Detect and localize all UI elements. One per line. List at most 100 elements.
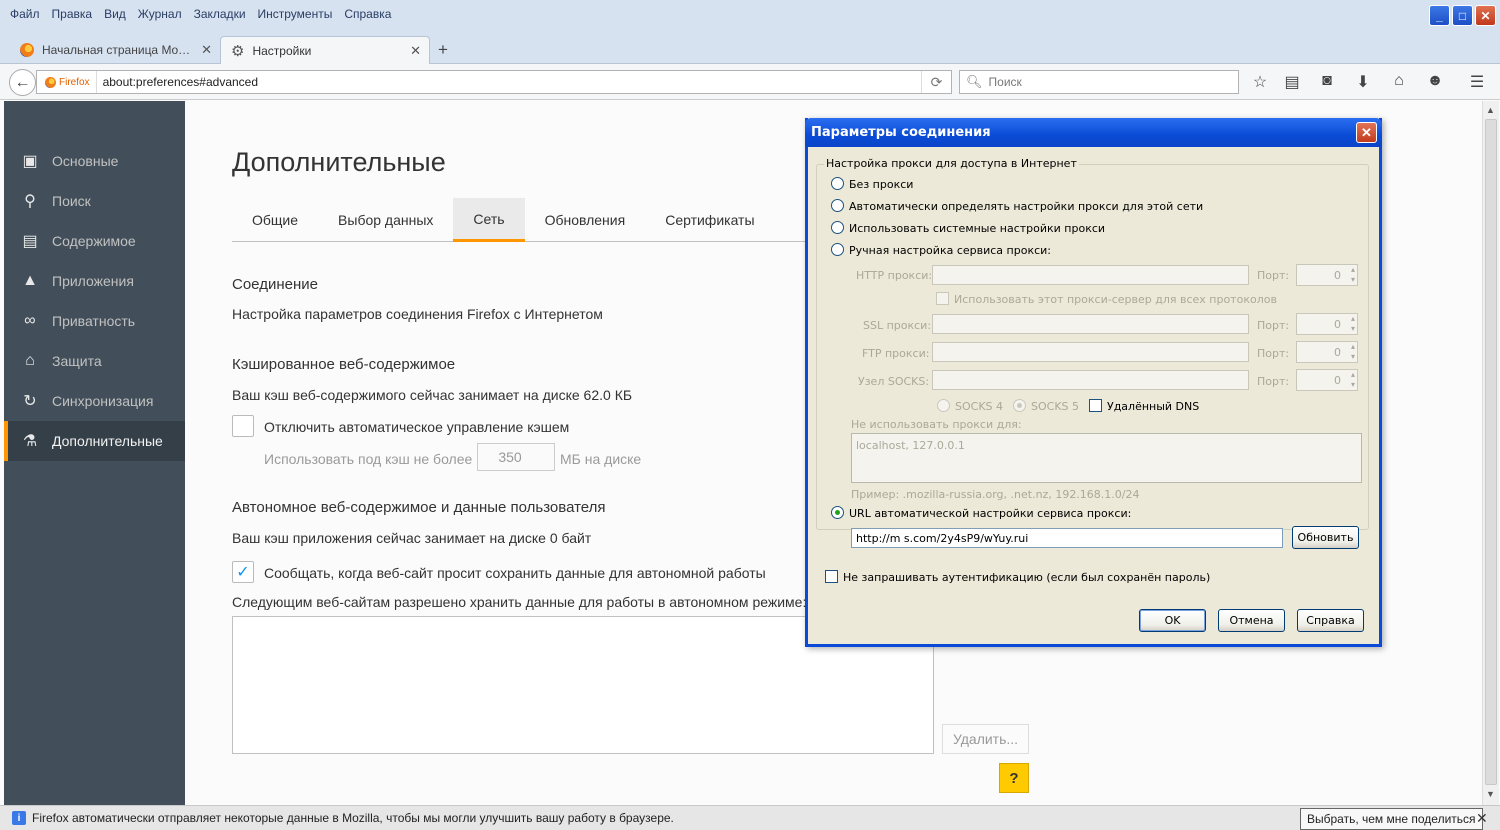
back-button[interactable]: ← bbox=[9, 69, 36, 96]
sidebar-item-content[interactable]: ▤ Содержимое bbox=[4, 221, 185, 261]
socks5-radio[interactable] bbox=[1013, 399, 1026, 412]
sidebar-item-security[interactable]: ⌂ Защита bbox=[4, 341, 185, 381]
close-window-button[interactable]: ✕ bbox=[1475, 5, 1496, 26]
reload-icon[interactable]: ⟳ bbox=[921, 71, 951, 93]
downloads-icon[interactable]: ⬇ bbox=[1352, 72, 1374, 92]
no-proxy-for-textarea[interactable]: localhost, 127.0.0.1 bbox=[851, 433, 1362, 483]
close-tab-icon[interactable]: ✕ bbox=[410, 43, 421, 59]
sidebar-item-privacy[interactable]: ∞ Приватность bbox=[4, 301, 185, 341]
menu-tools[interactable]: Инструменты bbox=[252, 5, 339, 23]
pac-url-input[interactable]: http://m s.com/2y4sP9/wYuy.rui bbox=[851, 528, 1283, 548]
scroll-down-icon[interactable]: ▼ bbox=[1486, 789, 1495, 799]
tab-mozilla-start[interactable]: Начальная страница Mozilla ... ✕ bbox=[10, 36, 220, 64]
socks-host-input[interactable] bbox=[932, 370, 1249, 390]
search-icon: 🔍︎ bbox=[966, 74, 983, 89]
menu-view[interactable]: Вид bbox=[98, 5, 132, 23]
ok-button[interactable]: OK bbox=[1139, 609, 1206, 632]
http-port-input[interactable]: 0 bbox=[1296, 264, 1358, 286]
hello-chat-icon[interactable]: ☻ bbox=[1424, 72, 1446, 90]
manual-proxy-radio[interactable] bbox=[831, 243, 844, 256]
auto-detect-radio[interactable] bbox=[831, 199, 844, 212]
bookmarks-list-icon[interactable]: ▤ bbox=[1281, 72, 1303, 92]
sidebar-item-general[interactable]: ▣ Основные bbox=[4, 141, 185, 181]
reload-pac-button[interactable]: Обновить bbox=[1292, 526, 1359, 549]
menu-edit[interactable]: Правка bbox=[46, 5, 99, 23]
url-text[interactable]: about:preferences#advanced bbox=[97, 75, 921, 89]
help-button[interactable]: ? bbox=[999, 763, 1029, 793]
tab-strip: Начальная страница Mozilla ... ✕ ⚙ Настр… bbox=[10, 33, 448, 64]
dialog-close-button[interactable]: ✕ bbox=[1356, 122, 1377, 143]
sidebar-item-search[interactable]: ⚲ Поиск bbox=[4, 181, 185, 221]
connection-settings-dialog: Параметры соединения ✕ Настройка прокси … bbox=[805, 118, 1382, 647]
vertical-scrollbar[interactable]: ▲ ▼ bbox=[1482, 101, 1499, 805]
notification-bar: i Firefox автоматически отправляет некот… bbox=[0, 805, 1500, 830]
cache-limit-input[interactable]: 350 bbox=[477, 443, 555, 471]
manual-proxy-label: Ручная настройка сервиса прокси: bbox=[849, 244, 1051, 257]
share-proxy-checkbox[interactable] bbox=[936, 292, 949, 305]
close-notification-icon[interactable]: ✕ bbox=[1476, 810, 1488, 827]
sidebar-item-applications[interactable]: ▲ Приложения bbox=[4, 261, 185, 301]
ssl-proxy-input[interactable] bbox=[932, 314, 1249, 334]
window-titlebar: Файл Правка Вид Журнал Закладки Инструме… bbox=[0, 0, 1500, 64]
tab-general[interactable]: Общие bbox=[232, 198, 318, 242]
tab-certificates[interactable]: Сертификаты bbox=[645, 198, 774, 242]
bookmark-star-icon[interactable]: ☆ bbox=[1249, 72, 1271, 92]
system-proxy-label: Использовать системные настройки прокси bbox=[849, 222, 1106, 235]
pocket-icon[interactable]: ◙ bbox=[1316, 72, 1338, 90]
home-icon[interactable]: ⌂ bbox=[1388, 72, 1410, 90]
dialog-help-button[interactable]: Справка bbox=[1297, 609, 1364, 632]
socks4-radio[interactable] bbox=[937, 399, 950, 412]
maximize-button[interactable]: □ bbox=[1452, 5, 1473, 26]
scrollbar-thumb[interactable] bbox=[1485, 119, 1497, 785]
close-tab-icon[interactable]: ✕ bbox=[201, 42, 212, 58]
remove-site-button[interactable]: Удалить... bbox=[942, 724, 1029, 754]
menu-help[interactable]: Справка bbox=[338, 5, 397, 23]
ftp-port-input[interactable]: 0 bbox=[1296, 341, 1358, 363]
socks-port-input[interactable]: 0 bbox=[1296, 369, 1358, 391]
tab-title: Начальная страница Mozilla ... bbox=[42, 43, 193, 57]
cache-override-label: Отключить автоматическое управление кэше… bbox=[264, 419, 570, 435]
sidebar-item-label: Дополнительные bbox=[52, 433, 163, 449]
ftp-proxy-input[interactable] bbox=[932, 342, 1249, 362]
menu-hamburger-icon[interactable]: ☰ bbox=[1466, 72, 1488, 92]
ftp-port-label: Порт: bbox=[1257, 347, 1290, 360]
sidebar-item-sync[interactable]: ↻ Синхронизация bbox=[4, 381, 185, 421]
choose-what-to-share-button[interactable]: Выбрать, чем мне поделиться bbox=[1300, 808, 1483, 830]
system-proxy-radio[interactable] bbox=[831, 221, 844, 234]
http-proxy-label: HTTP прокси: bbox=[856, 269, 933, 282]
menu-file[interactable]: Файл bbox=[4, 5, 46, 23]
scroll-up-icon[interactable]: ▲ bbox=[1486, 105, 1495, 115]
offline-notify-checkbox[interactable]: ✓ bbox=[232, 561, 254, 583]
privacy-mask-icon: ∞ bbox=[24, 312, 36, 329]
sidebar-item-advanced[interactable]: ⚗ Дополнительные bbox=[4, 421, 185, 461]
no-auth-checkbox[interactable] bbox=[825, 570, 838, 583]
ssl-port-input[interactable]: 0 bbox=[1296, 313, 1358, 335]
notification-text: Firefox автоматически отправляет некотор… bbox=[32, 811, 674, 825]
prefs-tab-bar: Общие Выбор данных Сеть Обновления Серти… bbox=[232, 198, 807, 242]
http-proxy-input[interactable] bbox=[932, 265, 1249, 285]
search-icon: ⚲ bbox=[24, 193, 36, 210]
tab-updates[interactable]: Обновления bbox=[525, 198, 646, 242]
menu-bookmarks[interactable]: Закладки bbox=[188, 5, 252, 23]
auto-url-radio[interactable] bbox=[831, 506, 844, 519]
dialog-title: Параметры соединения bbox=[811, 125, 991, 140]
remote-dns-checkbox[interactable] bbox=[1089, 399, 1102, 412]
sidebar-item-label: Поиск bbox=[52, 193, 91, 209]
identity-box[interactable]: Firefox bbox=[37, 71, 97, 93]
new-tab-button[interactable]: + bbox=[438, 40, 448, 64]
lock-icon: ⌂ bbox=[25, 352, 35, 369]
menu-history[interactable]: Журнал bbox=[132, 5, 188, 23]
url-bar[interactable]: Firefox about:preferences#advanced ⟳ bbox=[36, 70, 952, 94]
search-bar[interactable]: 🔍︎ Поиск bbox=[959, 70, 1239, 94]
no-proxy-example: Пример: .mozilla-russia.org, .net.nz, 19… bbox=[851, 488, 1140, 501]
tab-settings[interactable]: ⚙ Настройки ✕ bbox=[220, 36, 430, 64]
tab-data-choices[interactable]: Выбор данных bbox=[318, 198, 453, 242]
no-proxy-radio[interactable] bbox=[831, 177, 844, 190]
offline-notify-label: Сообщать, когда веб-сайт просит сохранит… bbox=[264, 565, 766, 581]
cache-override-checkbox[interactable] bbox=[232, 415, 254, 437]
tab-network[interactable]: Сеть bbox=[453, 198, 525, 242]
auto-detect-label: Автоматически определять настройки прокс… bbox=[849, 200, 1204, 213]
cancel-button[interactable]: Отмена bbox=[1218, 609, 1285, 632]
navigation-toolbar: Firefox about:preferences#advanced ⟳ ← 🔍… bbox=[0, 64, 1500, 100]
minimize-button[interactable]: _ bbox=[1429, 5, 1450, 26]
